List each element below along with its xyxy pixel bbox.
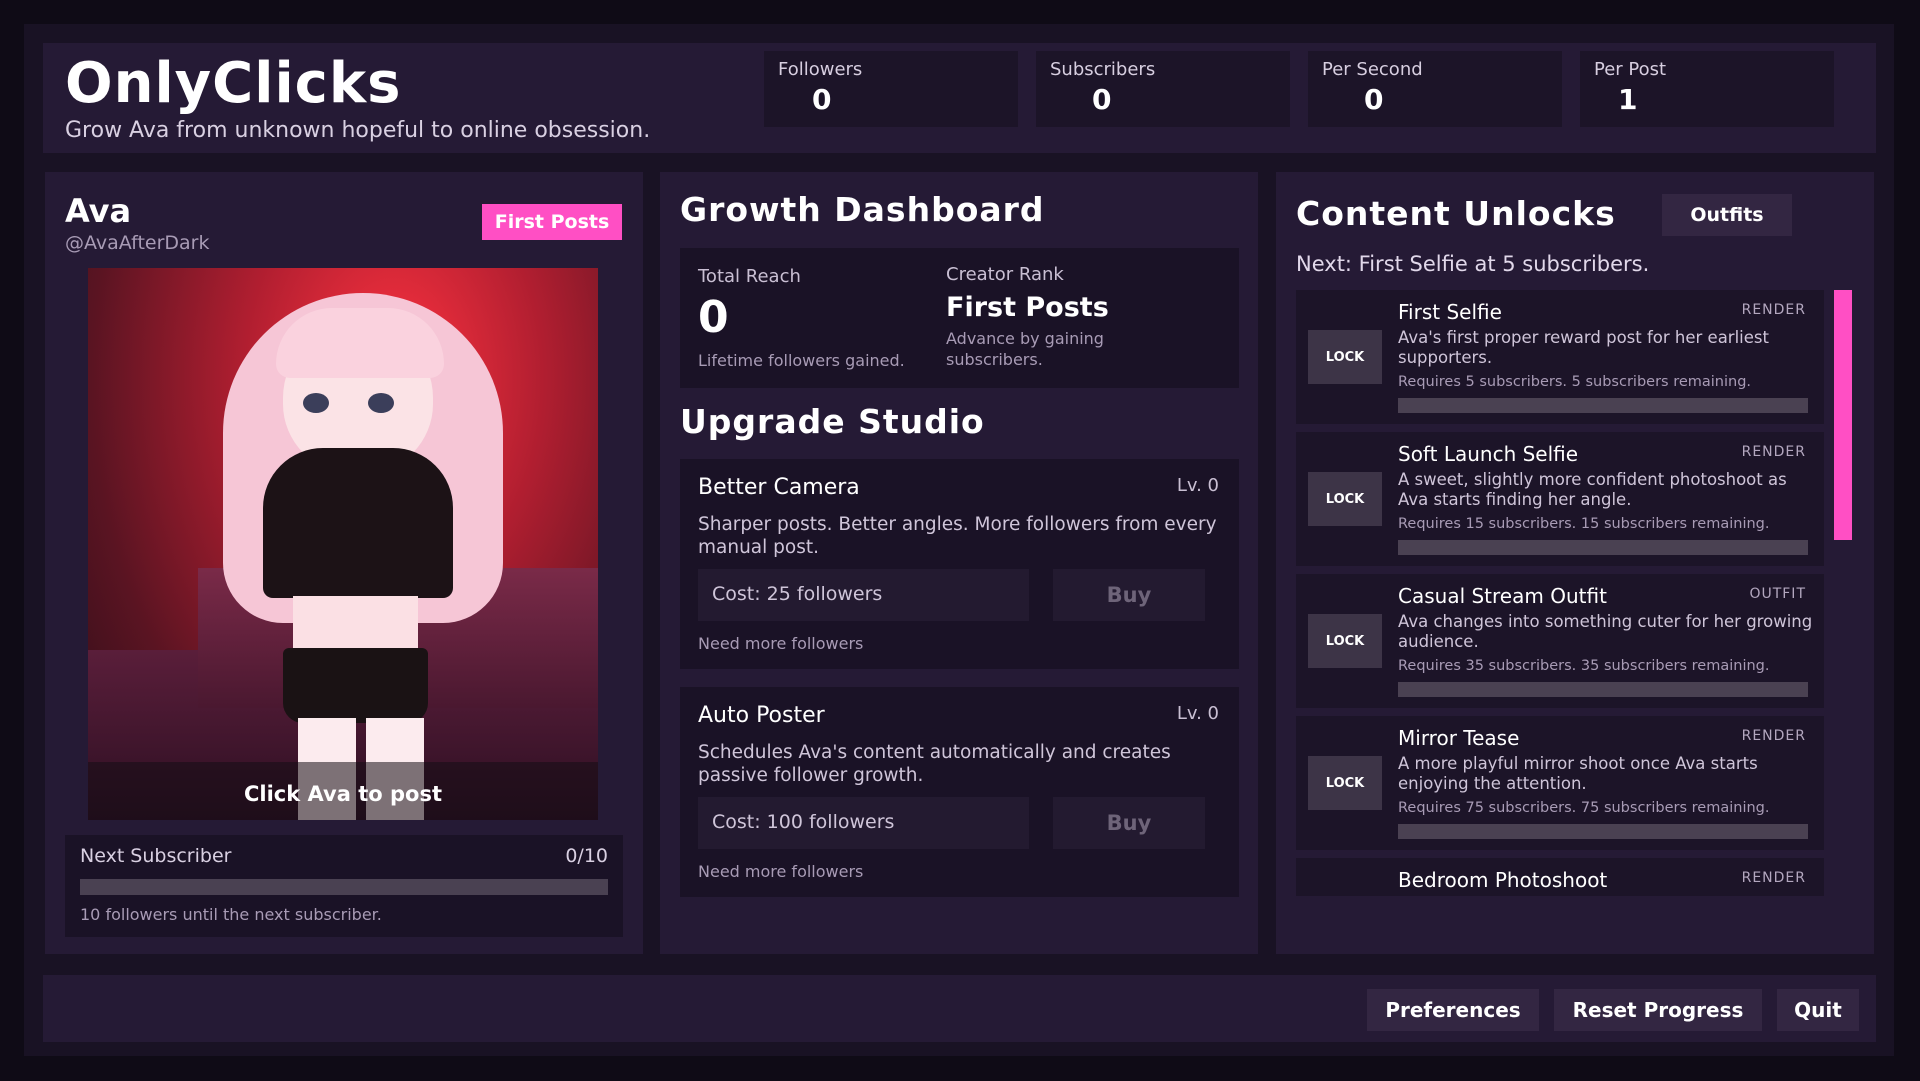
unlock-kind: RENDER	[1741, 444, 1806, 460]
unlock-requirement: Requires 5 subscribers. 5 subscribers re…	[1398, 374, 1752, 390]
next-subscriber-label: Next Subscriber	[80, 845, 232, 867]
outfits-tab-button[interactable]: Outfits	[1662, 194, 1792, 236]
unlock-item: LOCK Mirror Tease RENDER A more playful …	[1296, 716, 1824, 850]
stat-value: 0	[1364, 83, 1384, 116]
header: OnlyClicks Grow Ava from unknown hopeful…	[43, 43, 1876, 153]
lock-badge: LOCK	[1308, 614, 1382, 668]
total-reach-note: Lifetime followers gained.	[698, 351, 905, 370]
stat-label: Per Second	[1322, 59, 1423, 80]
unlock-title: Mirror Tease	[1398, 726, 1520, 750]
character-name: Ava	[65, 192, 132, 230]
upgrade-card-auto-poster: Auto Poster Lv. 0 Schedules Ava's conten…	[680, 687, 1239, 897]
upgrade-card-better-camera: Better Camera Lv. 0 Sharper posts. Bette…	[680, 459, 1239, 669]
lock-badge: LOCK	[1308, 472, 1382, 526]
upgrade-status: Need more followers	[698, 862, 864, 881]
app-title: OnlyClicks	[65, 51, 402, 116]
upgrade-cost: Cost: 100 followers	[712, 811, 895, 833]
rank-badge: First Posts	[482, 204, 622, 240]
unlock-description: A sweet, slightly more confident photosh…	[1398, 470, 1787, 509]
unlock-description: Ava changes into something cuter for her…	[1398, 612, 1813, 651]
growth-dashboard-title: Growth Dashboard	[680, 190, 1045, 229]
unlock-kind: RENDER	[1741, 728, 1806, 744]
unlock-title: First Selfie	[1398, 300, 1502, 324]
next-subscriber-note: 10 followers until the next subscriber.	[80, 905, 382, 924]
stat-value: 0	[1092, 83, 1112, 116]
upgrade-name: Auto Poster	[698, 703, 825, 728]
portrait-caption: Click Ava to post	[244, 782, 442, 806]
stat-subscribers: Subscribers 0	[1036, 51, 1290, 127]
stat-value: 1	[1618, 83, 1638, 116]
unlock-item: LOCK First Selfie RENDER Ava's first pro…	[1296, 290, 1824, 424]
total-reach-value: 0	[698, 292, 729, 343]
upgrade-cost: Cost: 25 followers	[712, 583, 883, 605]
unlock-requirement: Requires 75 subscribers. 75 subscribers …	[1398, 800, 1770, 816]
unlock-progress-bar	[1398, 540, 1808, 555]
buy-button-better-camera[interactable]: Buy	[1053, 569, 1205, 621]
character-handle: @AvaAfterDark	[65, 232, 210, 254]
character-eye	[303, 393, 329, 413]
character-eye	[368, 393, 394, 413]
character-panel: Ava @AvaAfterDark First Posts Click Ava …	[45, 172, 643, 954]
upgrade-level: Lv. 0	[1176, 703, 1219, 724]
stat-followers: Followers 0	[764, 51, 1018, 127]
stat-per-second: Per Second 0	[1308, 51, 1562, 127]
creator-rank-label: Creator Rank	[946, 264, 1064, 285]
content-unlocks-title: Content Unlocks	[1296, 194, 1616, 233]
lock-badge: LOCK	[1308, 756, 1382, 810]
character-waist	[293, 596, 418, 656]
unlock-title: Casual Stream Outfit	[1398, 584, 1607, 608]
app-subtitle: Grow Ava from unknown hopeful to online …	[65, 118, 651, 143]
unlock-kind: OUTFIT	[1749, 586, 1806, 602]
content-unlocks-panel: Content Unlocks Outfits Next: First Self…	[1276, 172, 1874, 954]
ava-portrait-click-target[interactable]: Click Ava to post	[88, 268, 598, 820]
unlock-progress-bar	[1398, 824, 1808, 839]
unlock-progress-bar	[1398, 398, 1808, 413]
creator-rank-note: Advance by gaining subscribers.	[946, 329, 1104, 369]
unlock-description: Ava's first proper reward post for her e…	[1398, 328, 1769, 367]
stat-label: Subscribers	[1050, 59, 1156, 80]
reset-progress-button[interactable]: Reset Progress	[1554, 989, 1762, 1031]
stat-per-post: Per Post 1	[1580, 51, 1834, 127]
growth-panel: Growth Dashboard Total Reach 0 Lifetime …	[660, 172, 1258, 954]
total-reach-label: Total Reach	[698, 266, 801, 287]
footer-bar: Preferences Reset Progress Quit	[43, 975, 1876, 1042]
buy-button-auto-poster[interactable]: Buy	[1053, 797, 1205, 849]
next-unlock-line: Next: First Selfie at 5 subscribers.	[1296, 252, 1650, 276]
stat-label: Per Post	[1594, 59, 1667, 80]
next-subscriber-progress-bar	[80, 879, 608, 895]
unlock-kind: RENDER	[1741, 302, 1806, 318]
upgrade-name: Better Camera	[698, 475, 860, 500]
upgrade-cost-box: Cost: 25 followers	[698, 569, 1029, 621]
next-subscriber-box: Next Subscriber 0/10 10 followers until …	[65, 835, 623, 937]
unlock-list-scrollbar[interactable]	[1834, 290, 1852, 540]
unlock-item: LOCK Soft Launch Selfie RENDER A sweet, …	[1296, 432, 1824, 566]
upgrade-studio-title: Upgrade Studio	[680, 402, 985, 441]
preferences-button[interactable]: Preferences	[1367, 989, 1539, 1031]
upgrade-cost-box: Cost: 100 followers	[698, 797, 1029, 849]
stat-value: 0	[812, 83, 832, 116]
unlock-requirement: Requires 35 subscribers. 35 subscribers …	[1398, 658, 1770, 674]
next-subscriber-count: 0/10	[565, 845, 608, 867]
character-top	[263, 448, 453, 598]
upgrade-level: Lv. 0	[1176, 475, 1219, 496]
creator-rank-value: First Posts	[946, 292, 1109, 323]
lock-badge: LOCK	[1308, 330, 1382, 384]
upgrade-description: Sharper posts. Better angles. More follo…	[698, 514, 1217, 558]
unlock-item: LOCK Casual Stream Outfit OUTFIT Ava cha…	[1296, 574, 1824, 708]
unlock-kind: RENDER	[1741, 870, 1806, 886]
upgrade-description: Schedules Ava's content automatically an…	[698, 742, 1171, 786]
unlock-item: Bedroom Photoshoot RENDER	[1296, 858, 1824, 896]
character-shorts	[283, 648, 428, 723]
quit-button[interactable]: Quit	[1777, 989, 1859, 1031]
character-bangs	[276, 308, 444, 378]
unlock-progress-bar	[1398, 682, 1808, 697]
upgrade-status: Need more followers	[698, 634, 864, 653]
stat-label: Followers	[778, 59, 863, 80]
dashboard-card: Total Reach 0 Lifetime followers gained.…	[680, 248, 1239, 388]
unlock-list[interactable]: LOCK First Selfie RENDER Ava's first pro…	[1296, 290, 1824, 896]
unlock-title: Soft Launch Selfie	[1398, 442, 1579, 466]
unlock-description: A more playful mirror shoot once Ava sta…	[1398, 754, 1758, 793]
unlock-title: Bedroom Photoshoot	[1398, 868, 1608, 892]
unlock-requirement: Requires 15 subscribers. 15 subscribers …	[1398, 516, 1770, 532]
